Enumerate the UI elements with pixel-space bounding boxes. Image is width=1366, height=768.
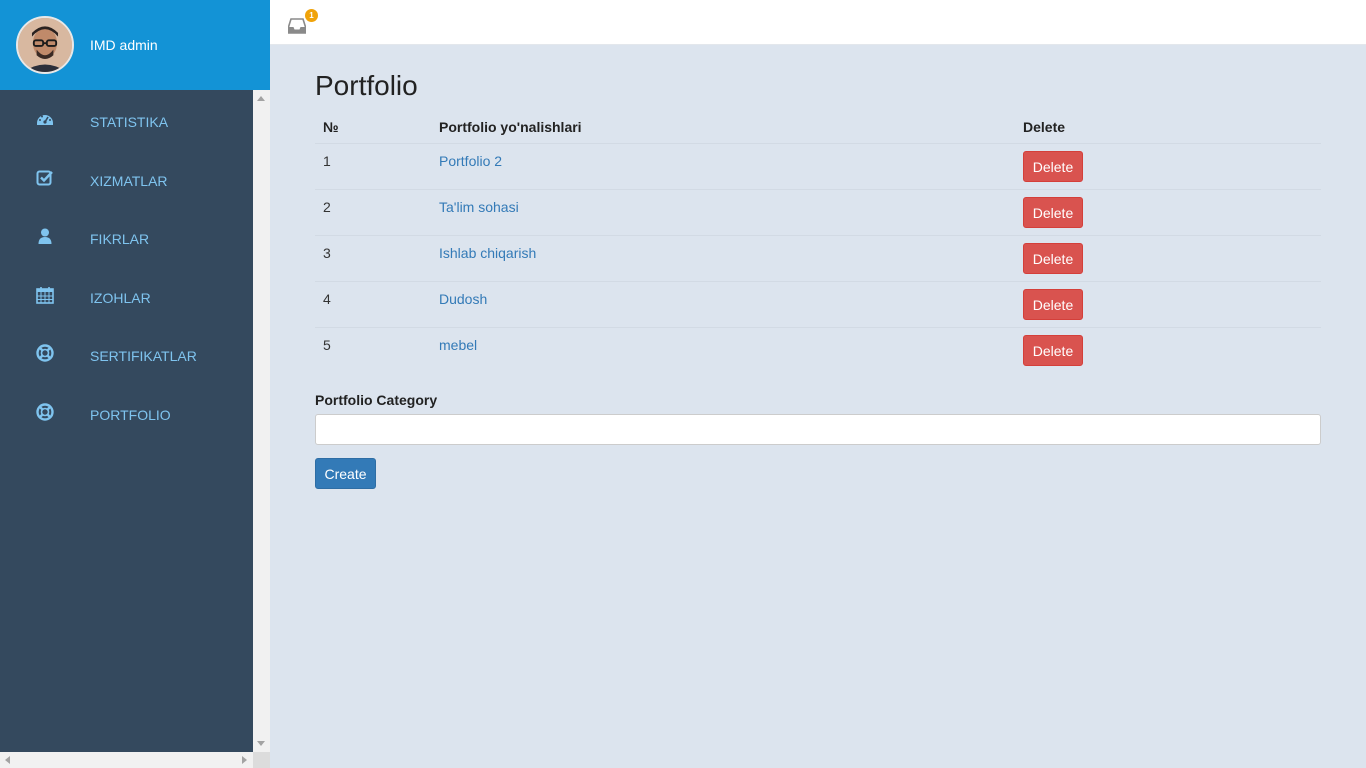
create-button[interactable]: Create <box>315 458 376 489</box>
delete-button[interactable]: Delete <box>1023 243 1083 274</box>
scroll-left-arrow-icon[interactable] <box>5 756 10 764</box>
sidebar-item-izohlar[interactable]: IZOHLAR <box>0 270 253 320</box>
notification-badge: 1 <box>305 9 318 22</box>
sidebar-item-label: IZOHLAR <box>90 290 151 306</box>
row-number: 2 <box>323 199 331 215</box>
sidebar: IMD admin STATISTIKA XIZMATLAR FIKRLAR I… <box>0 0 270 768</box>
table-row: 4 Dudosh Delete <box>315 281 1321 327</box>
portfolio-link[interactable]: Ishlab chiqarish <box>439 245 536 261</box>
sidebar-item-portfolio[interactable]: PORTFOLIO <box>0 387 253 437</box>
sidebar-item-label: SERTIFIKATLAR <box>90 348 197 364</box>
delete-button[interactable]: Delete <box>1023 197 1083 228</box>
sidebar-item-statistika[interactable]: STATISTIKA <box>0 94 253 144</box>
portfolio-category-input[interactable] <box>315 414 1321 445</box>
sidebar-item-sertifikatlar[interactable]: SERTIFIKATLAR <box>0 328 253 378</box>
scroll-up-arrow-icon[interactable] <box>257 96 265 101</box>
life-ring-icon <box>36 403 54 421</box>
life-ring-icon <box>36 344 54 362</box>
sidebar-item-fikrlar[interactable]: FIKRLAR <box>0 211 253 261</box>
calendar-icon <box>36 286 54 304</box>
page-title: Portfolio <box>315 70 418 101</box>
portfolio-category-label: Portfolio Category <box>315 392 438 408</box>
portfolio-link[interactable]: Dudosh <box>439 291 487 307</box>
column-header-name: Portfolio yo'nalishlari <box>439 119 582 135</box>
scroll-right-arrow-icon[interactable] <box>242 756 247 764</box>
dashboard-icon <box>36 110 54 128</box>
sidebar-horizontal-scrollbar[interactable] <box>0 752 253 768</box>
scroll-down-arrow-icon[interactable] <box>257 741 265 746</box>
sidebar-item-label: XIZMATLAR <box>90 173 168 189</box>
row-number: 4 <box>323 291 331 307</box>
row-number: 5 <box>323 337 331 353</box>
portfolio-link[interactable]: Portfolio 2 <box>439 153 502 169</box>
sidebar-vertical-scrollbar[interactable] <box>253 90 270 752</box>
user-icon <box>36 227 54 245</box>
sidebar-item-label: PORTFOLIO <box>90 407 171 423</box>
row-number: 3 <box>323 245 331 261</box>
avatar-image <box>18 18 72 72</box>
table-row: 2 Ta'lim sohasi Delete <box>315 189 1321 235</box>
column-header-number: № <box>323 119 339 135</box>
scrollbar-corner <box>253 752 270 768</box>
sidebar-item-label: FIKRLAR <box>90 231 150 247</box>
column-header-delete: Delete <box>1023 119 1066 135</box>
table-row: 5 mebel Delete <box>315 327 1321 373</box>
admin-name: IMD admin <box>90 37 158 53</box>
sidebar-item-xizmatlar[interactable]: XIZMATLAR <box>0 153 253 203</box>
portfolio-link[interactable]: Ta'lim sohasi <box>439 199 519 215</box>
delete-button[interactable]: Delete <box>1023 151 1083 182</box>
table-row: 3 Ishlab chiqarish Delete <box>315 235 1321 281</box>
delete-button[interactable]: Delete <box>1023 335 1083 366</box>
table-row: 1 Portfolio 2 Delete <box>315 143 1321 189</box>
sidebar-header: IMD admin <box>0 0 270 90</box>
row-number: 1 <box>323 153 331 169</box>
delete-button[interactable]: Delete <box>1023 289 1083 320</box>
avatar[interactable] <box>16 16 74 74</box>
portfolio-link[interactable]: mebel <box>439 337 477 353</box>
check-square-icon <box>36 169 54 187</box>
topbar: 1 <box>270 0 1366 45</box>
inbox-icon[interactable] <box>288 18 306 34</box>
sidebar-item-label: STATISTIKA <box>90 114 169 130</box>
